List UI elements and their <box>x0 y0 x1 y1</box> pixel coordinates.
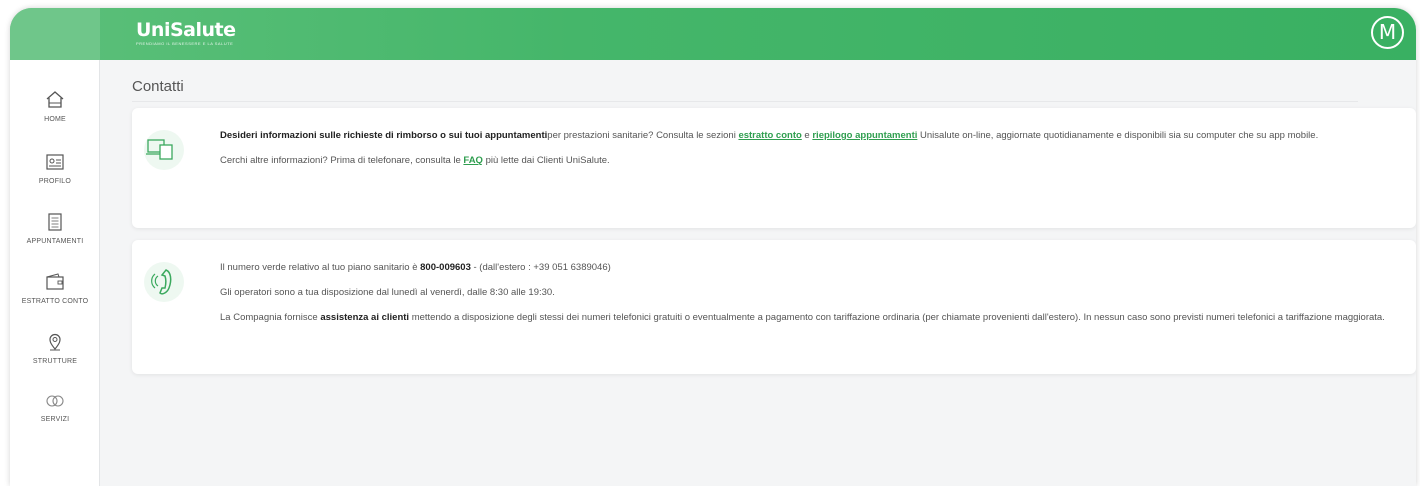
unisalute-logo[interactable]: UniSalute PRENDIAMO IL BENESSERE E LA SA… <box>136 19 236 46</box>
info-heading-bold: Desideri informazioni sulle richieste di… <box>220 130 548 141</box>
phone-icon-badge <box>144 262 184 302</box>
phone-number[interactable]: 800-009603 <box>420 262 471 273</box>
wallet-icon <box>46 273 64 290</box>
phone-card: Il numero verde relativo al tuo piano sa… <box>132 240 1416 374</box>
top-bar-corner <box>10 8 100 60</box>
sidebar-item-home[interactable]: HOME <box>10 90 100 123</box>
info-text: Unisalute on-line, aggiornate quotidiana… <box>917 130 1319 141</box>
phone-text: - (dall'estero : +39 051 6389046) <box>470 262 611 273</box>
info-text: più lette dai Clienti UniSalute. <box>482 155 610 166</box>
sidebar-item-label: ESTRATTO CONTO <box>21 298 89 305</box>
info-paragraph-2: Cerchi altre informazioni? Prima di tele… <box>220 153 1390 168</box>
user-avatar[interactable]: M <box>1371 16 1404 49</box>
sidebar-item-label: STRUTTURE <box>32 358 78 365</box>
calendar-icon <box>48 213 62 231</box>
riepilogo-appuntamenti-link[interactable]: riepilogo appuntamenti <box>812 130 917 141</box>
sidebar-item-profilo[interactable]: PROFILO <box>10 152 100 185</box>
phone-icon <box>151 269 172 295</box>
phone-paragraph-3: La Compagnia fornisce assistenza ai clie… <box>220 310 1395 325</box>
sidebar-item-strutture[interactable]: STRUTTURE <box>10 332 100 365</box>
phone-card-text: Il numero verde relativo al tuo piano sa… <box>220 260 1395 335</box>
phone-text: La Compagnia fornisce <box>220 312 321 323</box>
info-card: Desideri informazioni sulle richieste di… <box>132 108 1416 228</box>
phone-text: Il numero verde relativo al tuo piano sa… <box>220 262 421 273</box>
sidebar-item-appuntamenti[interactable]: APPUNTAMENTI <box>10 212 100 245</box>
assistenza-bold: assistenza ai clienti <box>320 312 410 323</box>
sidebar: HOME PROFILO APPUNTAMENTI ESTRATTO CONTO… <box>10 60 100 486</box>
title-divider <box>132 101 1358 102</box>
location-pin-icon <box>49 333 61 351</box>
profile-card-icon <box>46 154 64 170</box>
estratto-conto-link[interactable]: estratto conto <box>738 130 801 141</box>
app-window: UniSalute PRENDIAMO IL BENESSERE E LA SA… <box>10 8 1416 486</box>
logo-text: UniSalute <box>136 19 236 41</box>
home-icon <box>46 91 64 108</box>
phone-text: mettendo a disposizione degli stessi dei… <box>409 312 1385 323</box>
sidebar-item-label: SERVIZI <box>40 416 70 423</box>
devices-icon <box>146 139 173 160</box>
info-text: Cerchi altre informazioni? Prima di tele… <box>220 155 464 166</box>
logo-tagline: PRENDIAMO IL BENESSERE E LA SALUTE <box>136 41 234 46</box>
sidebar-item-estratto-conto[interactable]: ESTRATTO CONTO <box>10 272 100 305</box>
phone-paragraph-1: Il numero verde relativo al tuo piano sa… <box>220 260 1395 275</box>
devices-icon-badge <box>144 130 184 170</box>
info-card-text: Desideri informazioni sulle richieste di… <box>220 128 1390 178</box>
sidebar-item-label: HOME <box>44 116 66 123</box>
sidebar-item-label: APPUNTAMENTI <box>26 238 84 245</box>
faq-link[interactable]: FAQ <box>463 155 483 166</box>
info-paragraph-1: Desideri informazioni sulle richieste di… <box>220 128 1390 143</box>
sidebar-item-servizi[interactable]: SERVIZI <box>10 392 100 423</box>
services-icon <box>46 395 64 407</box>
phone-paragraph-2: Gli operatori sono a tua disposizione da… <box>220 287 555 298</box>
top-bar: UniSalute PRENDIAMO IL BENESSERE E LA SA… <box>10 8 1416 60</box>
info-text: e <box>801 130 813 141</box>
sidebar-item-label: PROFILO <box>38 178 72 185</box>
info-text: per prestazioni sanitarie? Consulta le s… <box>547 130 739 141</box>
page-title: Contatti <box>132 78 184 95</box>
